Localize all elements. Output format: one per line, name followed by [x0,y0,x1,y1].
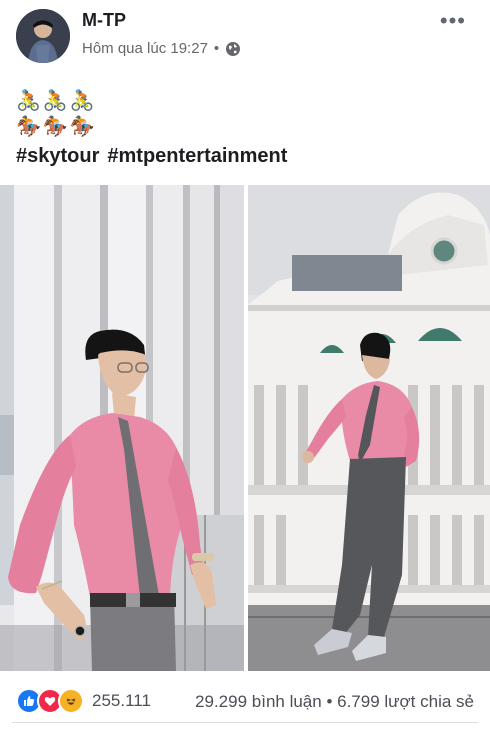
reaction-count: 255.111 [92,691,151,710]
emoji-line-bikes: 🚴🚴🚴 [16,90,97,112]
footer-divider [12,722,478,723]
facebook-post: M-TP Hôm qua lúc 19:27 • ••• 🚴🚴🚴 🏇🏇🏇 #sk… [0,0,490,736]
emoji-line-horses: 🏇🏇🏇 [16,116,97,138]
haha-icon [58,688,84,714]
more-icon[interactable]: ••• [440,8,466,34]
reactions-summary[interactable]: 255.111 [16,688,151,714]
hashtag-mtpentertainment[interactable]: #mtpentertainment [107,145,287,168]
comments-shares-count[interactable]: 29.299 bình luận • 6.799 lượt chia sẻ [195,692,474,712]
hashtag-skytour[interactable]: #skytour [16,145,99,168]
post-footer: 255.111 29.299 bình luận • 6.799 lượt ch… [0,684,490,724]
globe-icon [225,41,241,57]
post-photo-right[interactable] [248,185,490,671]
post-timestamp[interactable]: Hôm qua lúc 19:27 [82,40,208,57]
post-meta: Hôm qua lúc 19:27 • [82,40,241,57]
meta-separator: • [213,40,220,57]
hashtags: #skytour #mtpentertainment [16,145,287,168]
author-name[interactable]: M-TP [82,10,126,31]
author-avatar[interactable] [16,9,70,63]
post-photo-left[interactable] [0,185,244,671]
